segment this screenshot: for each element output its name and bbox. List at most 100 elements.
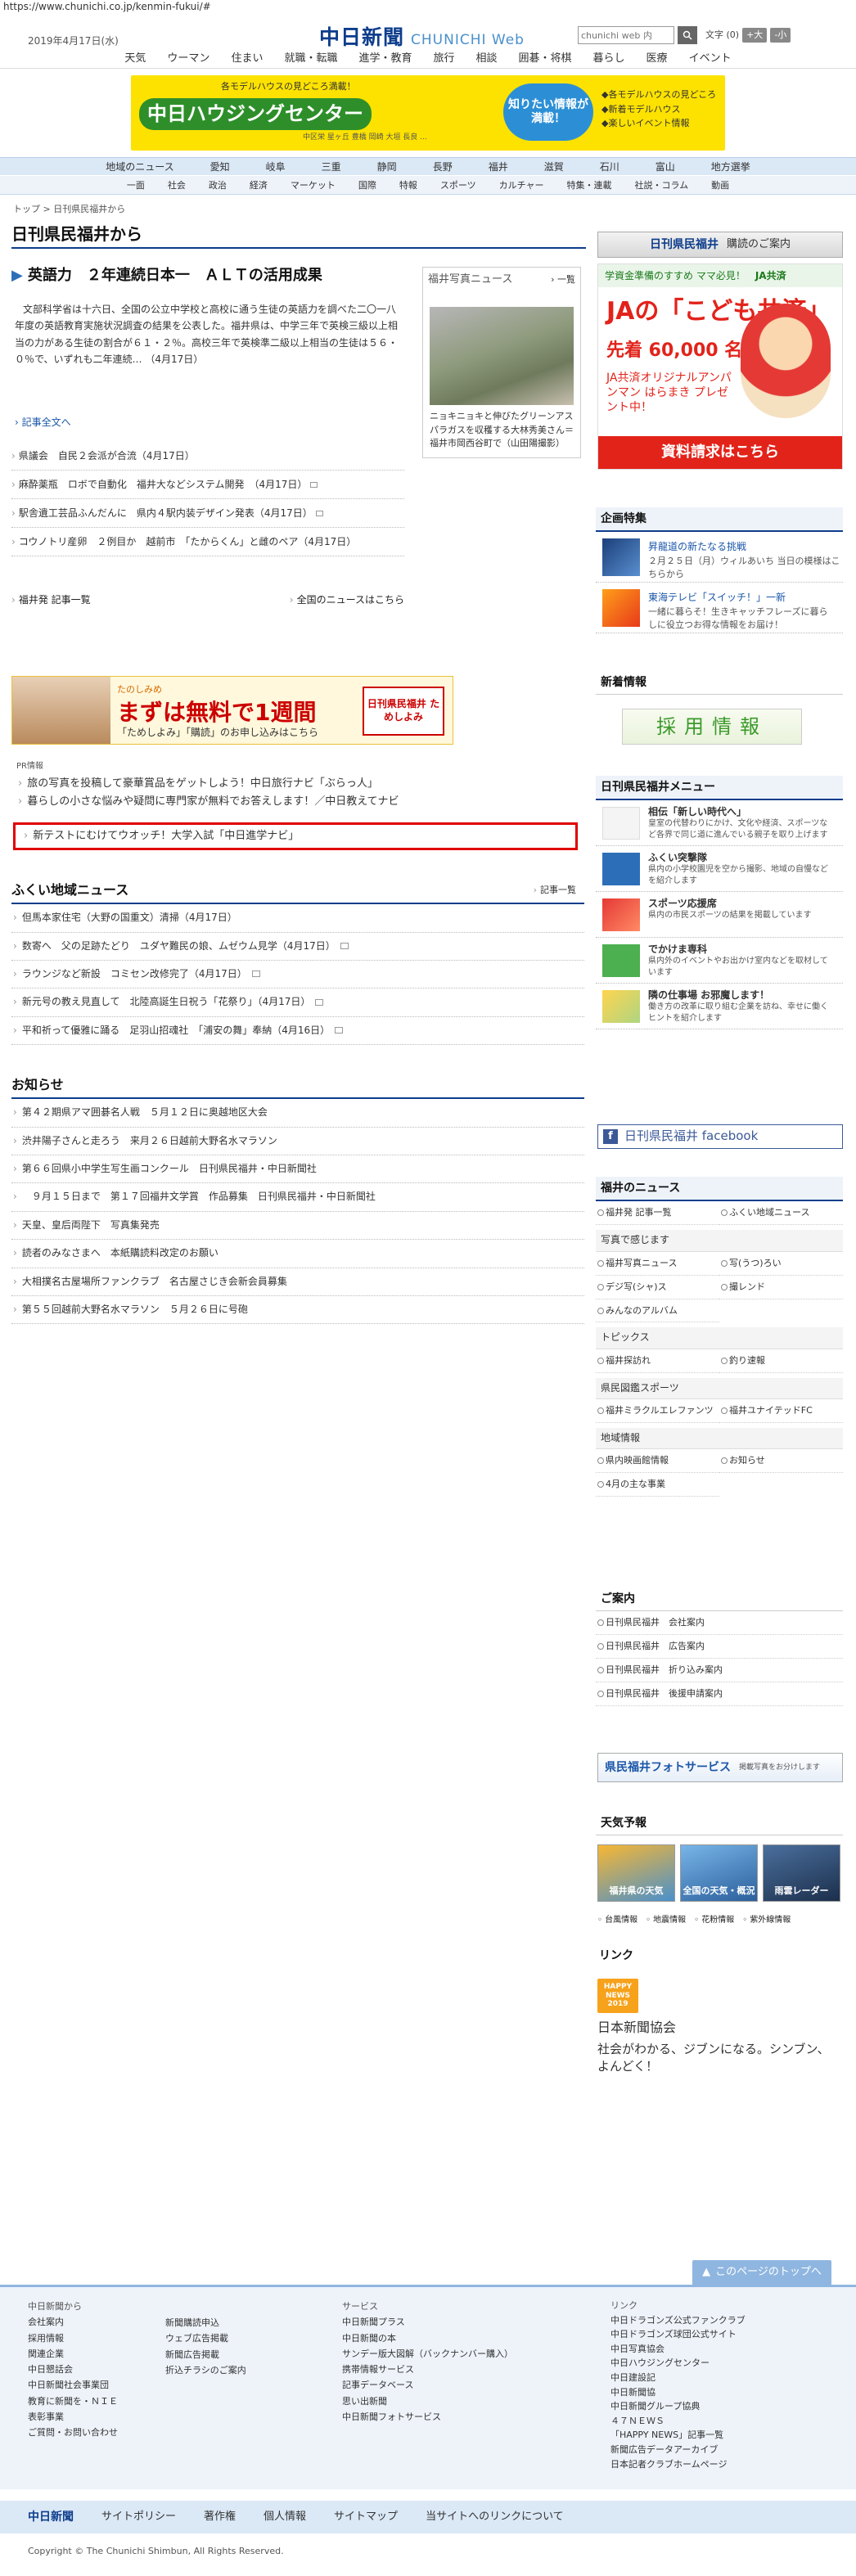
- footer-link[interactable]: 新聞広告データアーカイブ: [610, 2443, 746, 2457]
- footer-link[interactable]: 会社案内: [28, 2314, 118, 2330]
- region-nav-item[interactable]: 岐阜: [248, 158, 304, 175]
- region-nav-item[interactable]: 愛知: [192, 158, 248, 175]
- news-item[interactable]: 駅舎遺工芸品ふんだんに 県内４駅内装デザイン発表（4月17日）: [11, 499, 404, 528]
- happy-news-badge[interactable]: HAPPY NEWS 2019: [597, 1979, 638, 2013]
- notice-item[interactable]: 第４２期県アマ囲碁名人戦 ５月１２日に奥越地区大会: [11, 1099, 584, 1128]
- weather-link[interactable]: ◦ 紫外線情報: [742, 1915, 791, 1927]
- feature-item[interactable]: 東海テレビ「スイッチ！」一新 一緒に暮らそ！生きキャッチフレーズに暮らしに役立つ…: [596, 583, 843, 634]
- weather-link[interactable]: ◦ 花粉情報: [694, 1915, 734, 1927]
- guide-link[interactable]: 日刊県民福井 後援申請案内: [596, 1682, 843, 1707]
- local-news-item[interactable]: 数寄へ 父の足跡たどり ユダヤ難民の娘、ムゼウム見学（4月17日）: [11, 933, 584, 961]
- subscription-banner[interactable]: 日刊県民福井 購読のご案内: [597, 232, 843, 258]
- footer-link[interactable]: 中日新聞プラス: [342, 2314, 513, 2330]
- browser-url[interactable]: https://www.chunichi.co.jp/kenmin-fukui/…: [3, 0, 211, 14]
- footer-link[interactable]: 中日建設記: [610, 2371, 746, 2385]
- footer-bar-link[interactable]: サイトマップ: [334, 2510, 398, 2525]
- pr-item[interactable]: 旅の写真を投稿して豪華賞品をゲットしよう！中日旅行ナビ「ぶらっ人」: [16, 773, 581, 792]
- footer-link[interactable]: 思い出新聞: [342, 2394, 513, 2409]
- category-nav-item[interactable]: 社説・コラム: [624, 176, 701, 194]
- notice-item[interactable]: ９月１５日まで 第１７回福井文学賞 作品募集 日刊県民福井・中日新聞社: [11, 1183, 584, 1212]
- top-nav-item[interactable]: ウーマン: [156, 49, 220, 68]
- footer-link[interactable]: 中日ハウジングセンター: [610, 2356, 746, 2371]
- national-news-link[interactable]: 全国のニュースはこちら: [290, 593, 404, 607]
- footer-link[interactable]: ４７ＮＥＷＳ: [610, 2414, 746, 2429]
- footer-bar-link[interactable]: 著作権: [204, 2510, 236, 2525]
- pr-highlight[interactable]: 新テストにむけてウオッチ！大学入試「中日進学ナビ」: [13, 822, 578, 850]
- housing-center-banner[interactable]: 各モデルハウスの見どころ満載！ 中日ハウジングセンター 中区栄 星ヶ丘 豊橋 岡…: [131, 75, 725, 151]
- top-nav-item[interactable]: 医療: [636, 49, 678, 68]
- notice-item[interactable]: 第６６回県小中学生写生画コンクール 日刊県民福井・中日新聞社: [11, 1155, 584, 1184]
- category-nav-item[interactable]: スポーツ: [429, 176, 488, 194]
- category-nav-item[interactable]: マーケット: [279, 176, 347, 194]
- trial-subscription-ad[interactable]: たのしみめ まずは無料で1週間 「ためしよみ」「購読」のお申し込みはこちら 日刊…: [11, 676, 453, 745]
- footer-logo[interactable]: 中日新聞: [28, 2509, 74, 2525]
- notice-item[interactable]: 天皇、皇后両陛下 写真集発売: [11, 1212, 584, 1241]
- fukui-news-link[interactable]: ふくい地域ニュース: [719, 1201, 843, 1226]
- site-logo[interactable]: 中日新聞 CHUNICHI Web: [319, 23, 548, 49]
- notice-item[interactable]: 渋井陽子さんと走ろう 来月２６日越前大野名水マラソン: [11, 1128, 584, 1155]
- photo-news-more[interactable]: › 一覧: [551, 273, 575, 286]
- ja-kyosai-ad[interactable]: 学資金準備のすすめ ママ必見！ JA共済 JAの「こども共済」 先着 60,00…: [597, 263, 843, 470]
- region-nav-item[interactable]: 三重: [304, 158, 359, 175]
- footer-link[interactable]: 中日ドラゴンズ公式ファンクラブ: [610, 2313, 746, 2328]
- local-news-item[interactable]: 新元号の教え見直して 北陸高誕生日祝う「花祭り」（4月17日）: [11, 989, 584, 1017]
- photo-link[interactable]: デジ写(シャ)ス: [596, 1276, 719, 1299]
- notice-item[interactable]: 大相撲名古屋場所ファンクラブ 名古屋さじき会新会員募集: [11, 1268, 584, 1296]
- footer-link[interactable]: 日本記者クラブホームページ: [610, 2457, 746, 2472]
- region-nav-item[interactable]: 滋賀: [526, 158, 582, 175]
- local-news-item[interactable]: 平和祈って優雅に踊る 足羽山招魂社 「浦安の舞」奉納（4月16日）: [11, 1017, 584, 1046]
- recruit-banner[interactable]: 採用情報: [622, 709, 802, 745]
- top-nav-item[interactable]: 進学・教育: [348, 49, 422, 68]
- region-nav-item[interactable]: 静岡: [359, 158, 415, 175]
- weather-fukui-button[interactable]: 福井県の天気: [597, 1844, 675, 1902]
- top-nav-item[interactable]: 旅行: [422, 49, 465, 68]
- rain-radar-button[interactable]: 雨雲レーダー: [763, 1844, 840, 1902]
- region-nav-item[interactable]: 地域のニュース: [88, 158, 191, 175]
- sports-link[interactable]: 福井ユナイテッドFC: [719, 1399, 843, 1424]
- photo-link[interactable]: 写(うつ)ろい: [719, 1252, 843, 1276]
- footer-link[interactable]: 表彰事業: [28, 2409, 118, 2425]
- top-nav-item[interactable]: 住まい: [220, 49, 273, 68]
- footer-link[interactable]: 「HAPPY NEWS」記事一覧: [610, 2428, 746, 2443]
- pr-item[interactable]: 暮らしの小さな悩みや疑問に専門家が無料でお答えします！／中日教えてナビ: [16, 791, 581, 810]
- category-nav-item[interactable]: 一面: [115, 176, 156, 194]
- area-link[interactable]: 県内映画館情報: [596, 1449, 719, 1474]
- menu-item[interactable]: 隣の仕事場 お邪魔します！ 働き方の改革に取り組む企業を訪ね、幸せに働くヒントを…: [596, 984, 843, 1030]
- top-nav-item[interactable]: 就職・転職: [273, 49, 348, 68]
- top-nav-item[interactable]: イベント: [678, 49, 742, 68]
- footer-link[interactable]: 中日新聞協: [610, 2385, 746, 2400]
- region-nav-item[interactable]: 地方選挙: [693, 158, 768, 175]
- region-nav-item[interactable]: 長野: [415, 158, 471, 175]
- photo-news-caption[interactable]: ニョキニョキと伸びたグリーンアスパラガスを収穫する大林秀美さん＝福井市岡西谷町で…: [430, 410, 574, 451]
- footer-bar-link[interactable]: 個人情報: [264, 2510, 306, 2525]
- feature-item[interactable]: 昇龍道の新たなる挑戦 ２月２５日（月）ウィルあいち 当日の模様はこちらから: [596, 532, 843, 583]
- category-nav-item[interactable]: 特集・連載: [556, 176, 624, 194]
- footer-link[interactable]: 記事データベース: [342, 2377, 513, 2393]
- font-down-button[interactable]: -小: [770, 28, 791, 43]
- font-up-button[interactable]: +大: [742, 28, 768, 43]
- footer-bar-link[interactable]: 当サイトへのリンクについて: [426, 2510, 564, 2525]
- topics-link[interactable]: 福井探訪れ: [596, 1349, 719, 1373]
- news-item[interactable]: コウノトリ産卵 ２例目か 越前市 「たからくん」と雌のペア（4月17日）: [11, 528, 404, 556]
- photo-link[interactable]: 撮レンド: [719, 1276, 843, 1299]
- menu-item[interactable]: でかけま専科 県内外のイベントやお出かけ室内などを取材しています: [596, 938, 843, 984]
- footer-link[interactable]: 中日懇話会: [28, 2362, 118, 2377]
- local-news-item[interactable]: ラウンジなど新設 コミセン改修完了（4月17日）: [11, 961, 584, 989]
- footer-link[interactable]: ご質問・お問い合わせ: [28, 2425, 118, 2440]
- category-nav-item[interactable]: 経済: [238, 176, 279, 194]
- local-news-more[interactable]: 記事一覧: [534, 884, 576, 897]
- news-item[interactable]: 県議会 自民２会派が合流（4月17日）: [11, 442, 404, 471]
- news-item[interactable]: 麻酔薬瓶 ロボで自動化 福井大などシステム開発 （4月17日）: [11, 471, 404, 499]
- guide-link[interactable]: 日刊県民福井 広告案内: [596, 1635, 843, 1660]
- category-nav-item[interactable]: 特報: [388, 176, 429, 194]
- menu-item[interactable]: ふくい突撃隊 県内の小学校園児を空から撮影、地域の自慢などを紹介します: [596, 846, 843, 893]
- photo-link[interactable]: みんなのアルバム: [596, 1299, 719, 1323]
- footer-link[interactable]: 新聞購読申込: [165, 2315, 246, 2331]
- region-nav-item[interactable]: 石川: [582, 158, 637, 175]
- top-nav-item[interactable]: 天気: [114, 49, 156, 68]
- menu-item[interactable]: 相伝「新しい時代へ」 皇室の代替わりにかけ、文化や経済、スポーツなど各界で同じ道…: [596, 800, 843, 847]
- category-nav-item[interactable]: 動画: [700, 176, 741, 194]
- jna-name[interactable]: 日本新聞協会: [597, 2018, 676, 2037]
- footer-link[interactable]: 中日写真協会: [610, 2342, 746, 2357]
- guide-link[interactable]: 日刊県民福井 折り込み案内: [596, 1659, 843, 1683]
